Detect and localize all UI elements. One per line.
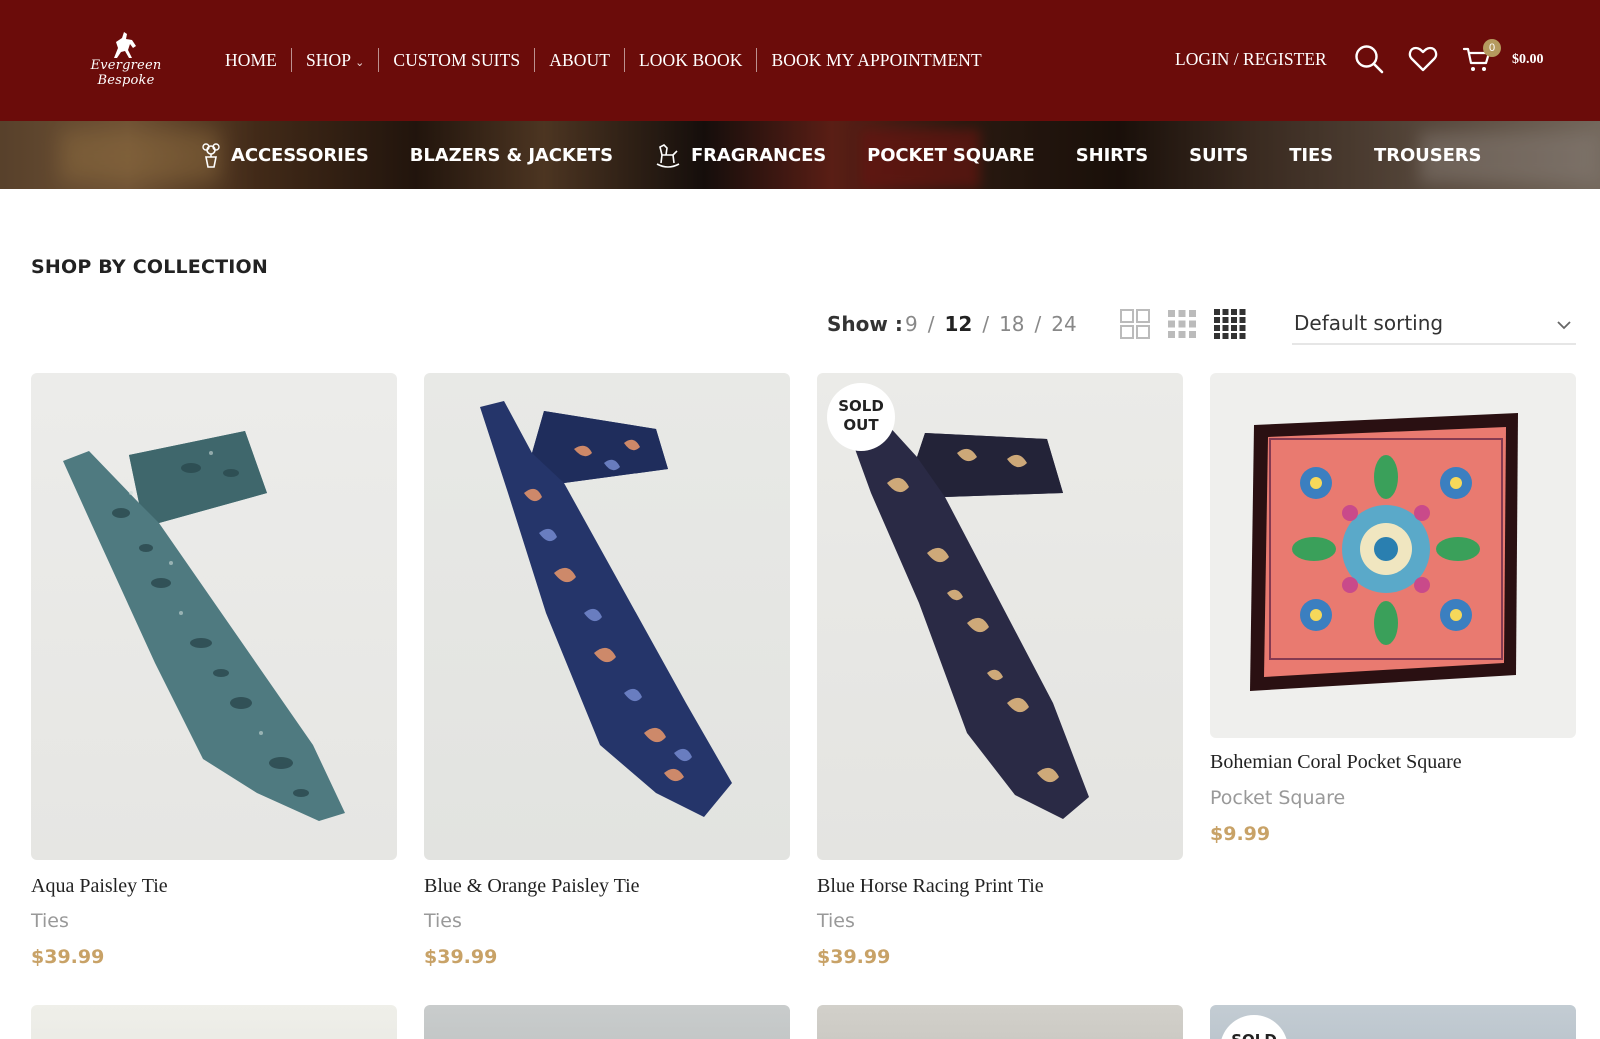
category-shirts[interactable]: SHIRTS xyxy=(1075,144,1149,166)
product-category[interactable]: Ties xyxy=(31,910,69,932)
product-category[interactable]: Ties xyxy=(424,910,462,932)
search-icon[interactable] xyxy=(1354,44,1384,79)
product-card[interactable]: Blue & Orange Paisley Tie Ties $39.99 xyxy=(424,373,790,973)
per-page-18[interactable]: 18 xyxy=(997,312,1026,336)
product-image[interactable] xyxy=(31,373,397,860)
category-label: TIES xyxy=(1289,144,1334,166)
product-card[interactable]: Aqua Paisley Tie Ties $39.99 xyxy=(31,373,397,973)
category-accessories[interactable]: ACCESSORIES xyxy=(200,142,369,168)
product-card[interactable]: SOLD OUT Blue Horse Racing Print Tie Ties… xyxy=(817,373,1183,973)
category-bar: ACCESSORIES BLAZERS & JACKETS FRAGRANCES… xyxy=(0,121,1600,189)
category-blazers-jackets[interactable]: BLAZERS & JACKETS xyxy=(410,145,613,166)
product-name[interactable]: Blue & Orange Paisley Tie xyxy=(424,875,640,898)
sold-out-badge: SOLD xyxy=(1220,1015,1288,1039)
product-price: $39.99 xyxy=(817,946,891,968)
product-image[interactable] xyxy=(1210,373,1576,738)
product-category[interactable]: Pocket Square xyxy=(1210,787,1345,809)
sort-selected-value: Default sorting xyxy=(1294,311,1444,335)
grid-3-columns-icon[interactable] xyxy=(1167,309,1197,344)
product-card[interactable]: Bohemian Coral Pocket Square Pocket Squa… xyxy=(1210,373,1576,853)
sold-out-badge: SOLD OUT xyxy=(827,383,895,451)
category-suits[interactable]: SUITS xyxy=(1189,145,1248,166)
product-card[interactable] xyxy=(817,1005,1183,1039)
category-trousers[interactable]: TROUSERS xyxy=(1374,145,1481,166)
category-ties[interactable]: TIES xyxy=(1289,145,1333,166)
nav-custom-suits[interactable]: CUSTOM SUITS xyxy=(378,48,534,72)
category-label: BLAZERS & JACKETS xyxy=(409,144,613,166)
divider: / xyxy=(982,312,990,336)
category-label: SHIRTS xyxy=(1075,144,1149,166)
category-pocket-square[interactable]: POCKET SQUARE xyxy=(867,145,1035,166)
horse-rider-icon xyxy=(114,32,136,58)
nav-about[interactable]: ABOUT xyxy=(534,48,624,72)
page-title: SHOP BY COLLECTION xyxy=(31,256,269,278)
product-name[interactable]: Bohemian Coral Pocket Square xyxy=(1210,751,1462,774)
chevron-down-icon xyxy=(1556,317,1572,335)
grid-4-columns-icon[interactable] xyxy=(1214,309,1246,344)
brand-logo[interactable]: Evergreen Bespoke xyxy=(74,30,178,88)
main-nav: HOME SHOP ⌄ CUSTOM SUITS ABOUT LOOK BOOK … xyxy=(212,47,996,73)
category-label: POCKET SQUARE xyxy=(867,144,1035,166)
product-name[interactable]: Blue Horse Racing Print Tie xyxy=(817,875,1044,898)
product-price: $9.99 xyxy=(1210,823,1271,845)
grid-view-switcher xyxy=(1120,309,1246,344)
product-image[interactable]: SOLD OUT xyxy=(817,373,1183,860)
category-list: ACCESSORIES BLAZERS & JACKETS FRAGRANCES… xyxy=(200,121,1522,189)
per-page-9[interactable]: 9 xyxy=(903,312,920,336)
divider: / xyxy=(927,312,935,336)
nav-home[interactable]: HOME xyxy=(212,48,291,72)
product-card[interactable]: SOLD xyxy=(1210,1005,1576,1039)
nav-look-book[interactable]: LOOK BOOK xyxy=(624,48,756,72)
logo-text: Evergreen Bespoke xyxy=(90,58,162,88)
plant-pot-icon xyxy=(200,142,222,168)
per-page-options: 9 / 12 / 18 / 24 xyxy=(903,312,1079,336)
divider: / xyxy=(1034,312,1042,336)
product-image[interactable]: SOLD xyxy=(1210,1005,1576,1039)
chevron-down-icon: ⌄ xyxy=(355,57,365,69)
product-image[interactable] xyxy=(817,1005,1183,1039)
product-card[interactable] xyxy=(31,1005,397,1039)
rocking-horse-icon xyxy=(654,142,682,168)
product-image[interactable] xyxy=(424,373,790,860)
login-register-link[interactable]: LOGIN / REGISTER xyxy=(1175,47,1327,71)
category-label: ACCESSORIES xyxy=(231,144,369,166)
cart-count-badge: 0 xyxy=(1483,39,1501,57)
nav-shop-label: SHOP xyxy=(305,50,352,70)
per-page-12[interactable]: 12 xyxy=(942,312,974,336)
show-per-page-label: Show : xyxy=(827,312,903,336)
category-fragrances[interactable]: FRAGRANCES xyxy=(654,142,826,168)
product-name[interactable]: Aqua Paisley Tie xyxy=(31,875,168,898)
product-price: $39.99 xyxy=(424,946,498,968)
product-card[interactable] xyxy=(424,1005,790,1039)
category-label: TROUSERS xyxy=(1374,144,1482,166)
product-image[interactable] xyxy=(424,1005,790,1039)
per-page-24[interactable]: 24 xyxy=(1049,312,1078,336)
product-category[interactable]: Ties xyxy=(817,910,855,932)
category-label: SUITS xyxy=(1189,144,1249,166)
nav-book-appointment[interactable]: BOOK MY APPOINTMENT xyxy=(756,48,995,72)
site-header: Evergreen Bespoke HOME SHOP ⌄ CUSTOM SUIT… xyxy=(0,0,1600,121)
cart-total[interactable]: $0.00 xyxy=(1512,52,1544,68)
grid-2-columns-icon[interactable] xyxy=(1120,309,1150,344)
nav-shop[interactable]: SHOP ⌄ xyxy=(290,48,378,72)
wishlist-heart-icon[interactable] xyxy=(1408,44,1438,79)
sort-select[interactable]: Default sorting xyxy=(1292,307,1576,345)
category-label: FRAGRANCES xyxy=(690,144,827,166)
product-image[interactable] xyxy=(31,1005,397,1039)
product-price: $39.99 xyxy=(31,946,105,968)
